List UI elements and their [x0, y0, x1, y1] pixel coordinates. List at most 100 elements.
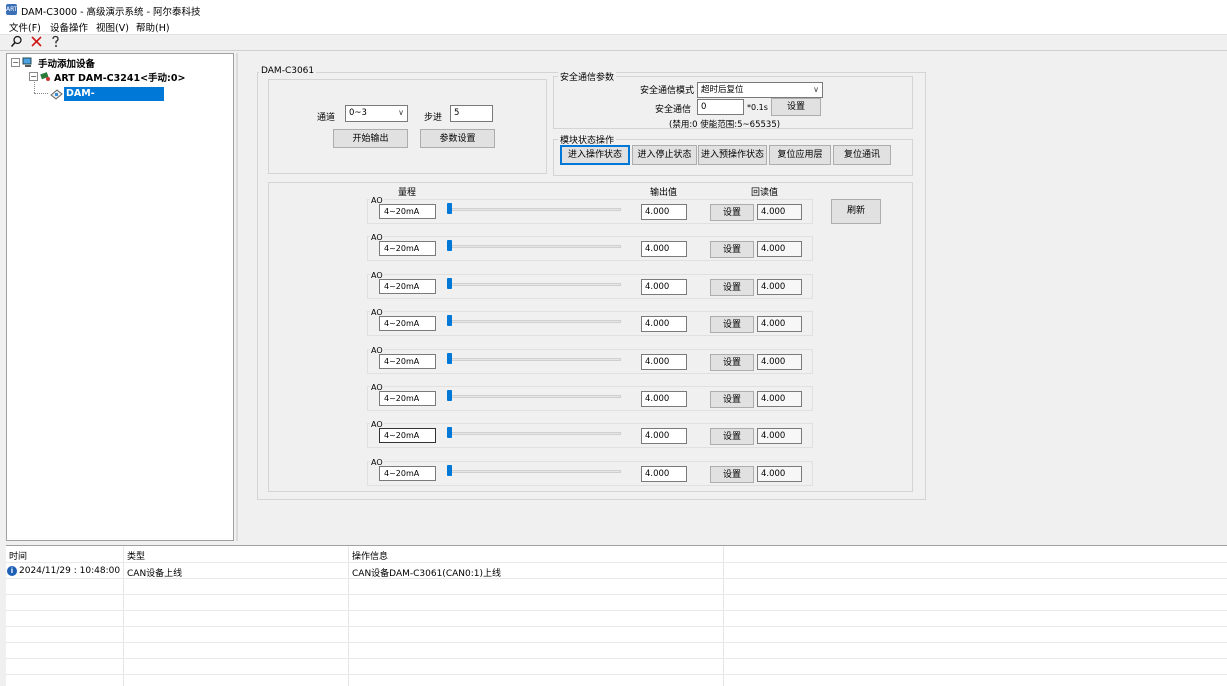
app-icon: ART — [6, 4, 18, 15]
help-icon[interactable] — [48, 35, 63, 50]
safety-comm-label: 安全通信 — [655, 105, 692, 115]
ao-slider-track[interactable] — [449, 395, 621, 398]
splitter[interactable] — [236, 53, 238, 541]
channel-select[interactable]: 0~3 ∨ — [345, 105, 408, 122]
module-icon — [50, 87, 63, 100]
ao-slider-track[interactable] — [449, 320, 621, 323]
log-col-divider — [123, 546, 124, 686]
log-col-divider — [723, 546, 724, 686]
ao-slider-thumb[interactable] — [447, 353, 452, 364]
menu-device-ops[interactable]: 设备操作 — [50, 20, 88, 34]
enter-operational-button[interactable]: 进入操作状态 — [560, 145, 630, 165]
enter-preop-button[interactable]: 进入预操作状态 — [698, 145, 767, 165]
ao-set-button[interactable]: 设置 — [710, 241, 754, 258]
ao-range-field[interactable]: 4~20mA — [379, 391, 436, 406]
log-row-divider — [6, 658, 1227, 659]
ao-set-button[interactable]: 设置 — [710, 391, 754, 408]
col-output-header: 输出值 — [650, 188, 678, 198]
ao-range-field[interactable]: 4~20mA — [379, 204, 436, 219]
log-header-message[interactable]: 操作信息 — [352, 549, 388, 562]
tree-line — [34, 80, 35, 93]
log-row-divider — [6, 562, 1227, 563]
ao-slider-track[interactable] — [449, 245, 621, 248]
ao-readback-field: 4.000 — [757, 428, 802, 444]
ao-set-button[interactable]: 设置 — [710, 279, 754, 296]
log-row-divider — [6, 594, 1227, 595]
enter-stop-button[interactable]: 进入停止状态 — [632, 145, 697, 165]
col-range-header: 量程 — [398, 188, 417, 198]
log-header-time[interactable]: 时间 — [9, 549, 27, 562]
log-entry-time[interactable]: 2024/11/29 : 10:48:00 — [19, 566, 120, 576]
menu-bar — [0, 19, 1227, 34]
ao-slider-thumb[interactable] — [447, 315, 452, 326]
ao-range-field[interactable]: 4~20mA — [379, 279, 436, 294]
menu-view[interactable]: 视图(V) — [96, 20, 129, 34]
ao-set-button[interactable]: 设置 — [710, 466, 754, 483]
ao-slider-thumb[interactable] — [447, 465, 452, 476]
safety-mode-label: 安全通信模式 — [640, 86, 695, 96]
ao-slider-track[interactable] — [449, 470, 621, 473]
ao-range-field[interactable]: 4~20mA — [379, 466, 436, 481]
search-icon[interactable] — [9, 35, 24, 50]
tree-root-label[interactable]: 手动添加设备 — [38, 56, 95, 70]
menu-file[interactable]: 文件(F) — [9, 20, 41, 34]
param-settings-button[interactable]: 参数设置 — [420, 129, 495, 148]
safety-comm-input[interactable]: 0 — [697, 99, 744, 115]
log-row-divider — [6, 578, 1227, 579]
device-tree — [6, 53, 234, 541]
log-entry-message[interactable]: CAN设备DAM-C3061(CAN0:1)上线 — [352, 566, 501, 579]
chevron-down-icon: ∨ — [398, 108, 404, 117]
menu-help[interactable]: 帮助(H) — [136, 20, 170, 34]
ao-readback-field: 4.000 — [757, 241, 802, 257]
ao-output-input[interactable]: 4.000 — [641, 279, 687, 295]
ao-slider-track[interactable] — [449, 283, 621, 286]
ao-range-field[interactable]: 4~20mA — [379, 241, 436, 256]
ao-slider-track[interactable] — [449, 358, 621, 361]
ao-output-input[interactable]: 4.000 — [641, 204, 687, 220]
ao-output-input[interactable]: 4.000 — [641, 316, 687, 332]
ao-range-field[interactable]: 4~20mA — [379, 428, 436, 443]
ao-set-button[interactable]: 设置 — [710, 204, 754, 221]
reset-application-button[interactable]: 复位应用层 — [769, 145, 831, 165]
ao-output-input[interactable]: 4.000 — [641, 428, 687, 444]
ao-range-field[interactable]: 4~20mA — [379, 354, 436, 369]
ao-output-input[interactable]: 4.000 — [641, 466, 687, 482]
tree-selected-device[interactable]: DAM-C3061(CAN0:1) — [64, 87, 164, 113]
close-icon[interactable] — [29, 35, 44, 50]
ao-set-button[interactable]: 设置 — [710, 316, 754, 333]
ao-slider-track[interactable] — [449, 208, 621, 211]
log-entry-type[interactable]: CAN设备上线 — [127, 566, 182, 579]
ao-output-input[interactable]: 4.000 — [641, 354, 687, 370]
ao-slider-thumb[interactable] — [447, 427, 452, 438]
tree-child-label[interactable]: ART DAM-C3241<手动:0> — [54, 70, 185, 84]
refresh-button[interactable]: 刷新 — [831, 199, 881, 224]
device-group-icon — [22, 56, 34, 68]
safety-set-button[interactable]: 设置 — [771, 98, 821, 116]
ao-readback-field: 4.000 — [757, 466, 802, 482]
tree-collapse-root[interactable]: − — [11, 58, 20, 67]
ao-set-button[interactable]: 设置 — [710, 428, 754, 445]
device-panel-title: DAM-C3061 — [259, 66, 317, 76]
ao-set-button[interactable]: 设置 — [710, 354, 754, 371]
ao-output-input[interactable]: 4.000 — [641, 241, 687, 257]
ao-range-field[interactable]: 4~20mA — [379, 316, 436, 331]
ao-slider-thumb[interactable] — [447, 390, 452, 401]
ao-slider-thumb[interactable] — [447, 278, 452, 289]
log-col-divider — [348, 546, 349, 686]
ao-readback-field: 4.000 — [757, 391, 802, 407]
toolbar — [0, 34, 1227, 51]
ao-slider-thumb[interactable] — [447, 240, 452, 251]
log-header-type[interactable]: 类型 — [127, 549, 145, 562]
log-row-divider — [6, 626, 1227, 627]
device-icon — [39, 70, 51, 82]
log-row-divider — [6, 642, 1227, 643]
ao-output-input[interactable]: 4.000 — [641, 391, 687, 407]
reset-communication-button[interactable]: 复位通讯 — [833, 145, 891, 165]
step-input[interactable]: 5 — [450, 105, 493, 122]
ao-slider-thumb[interactable] — [447, 203, 452, 214]
start-output-button[interactable]: 开始输出 — [333, 129, 408, 148]
safety-mode-select[interactable]: 超时后复位 ∨ — [697, 82, 823, 98]
ao-slider-track[interactable] — [449, 432, 621, 435]
ao-readback-field: 4.000 — [757, 316, 802, 332]
log-row-divider — [6, 610, 1227, 611]
